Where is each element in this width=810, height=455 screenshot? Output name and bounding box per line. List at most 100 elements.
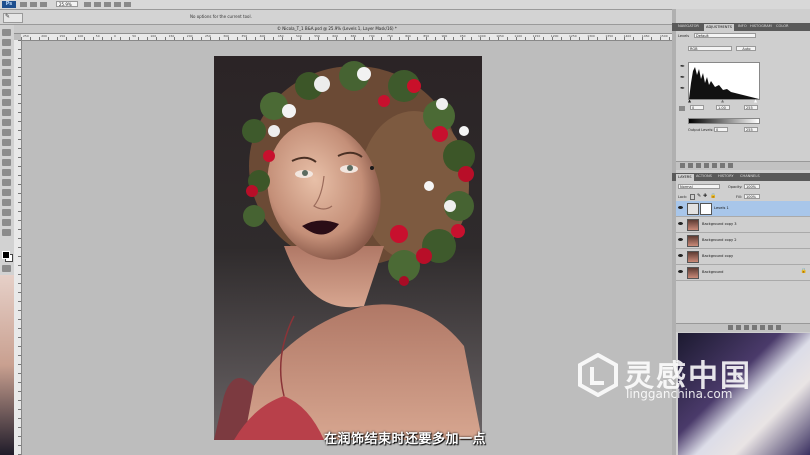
zoom-tool-icon[interactable] <box>2 229 11 236</box>
view-extras-icon[interactable] <box>40 2 47 7</box>
opacity-field[interactable]: 100% <box>744 184 760 189</box>
shape-tool-icon[interactable] <box>2 199 11 206</box>
eye-icon[interactable] <box>678 270 683 273</box>
move-tool-icon[interactable] <box>2 29 11 36</box>
document-tab-bar: © Nicola_T_1 B&A.psd @ 25.9% (Levels 1, … <box>14 25 672 34</box>
white-point-eyedropper-icon[interactable]: ✒ <box>680 86 685 92</box>
tab-history[interactable]: History <box>718 174 734 178</box>
ruler-number: 1100 <box>514 34 523 38</box>
expand-view-icon[interactable] <box>688 163 693 168</box>
eye-icon[interactable] <box>678 222 683 225</box>
3d-rotate-tool-icon[interactable] <box>2 209 11 216</box>
fill-field[interactable]: 100% <box>744 194 760 199</box>
pen-tool-icon[interactable] <box>2 169 11 176</box>
path-selection-tool-icon[interactable] <box>2 189 11 196</box>
tab-info[interactable]: Info <box>738 24 747 28</box>
new-group-icon[interactable] <box>760 325 765 330</box>
tab-navigator[interactable]: Navigator <box>678 24 699 28</box>
clipping-icon[interactable] <box>679 106 685 111</box>
black-point-eyedropper-icon[interactable]: ✒ <box>680 64 685 70</box>
delete-adjustment-icon[interactable] <box>728 163 733 168</box>
return-to-list-icon[interactable] <box>680 163 685 168</box>
layer-mask-thumbnail[interactable] <box>700 203 712 215</box>
layer-row[interactable]: Background copy 3 <box>676 217 810 233</box>
marquee-tool-icon[interactable] <box>2 39 11 46</box>
dodge-tool-icon[interactable] <box>2 159 11 166</box>
mini-bridge-icon[interactable] <box>30 2 37 7</box>
brush-tool-icon[interactable] <box>2 99 11 106</box>
eye-icon[interactable] <box>678 254 683 257</box>
lock-transparent-icon[interactable] <box>690 194 695 200</box>
tab-actions[interactable]: Actions <box>696 174 712 178</box>
new-layer-icon[interactable] <box>768 325 773 330</box>
tab-histogram[interactable]: Histogram <box>750 24 772 28</box>
blur-tool-icon[interactable] <box>2 149 11 156</box>
hand-tool-icon[interactable] <box>84 2 91 7</box>
input-levels-slider[interactable]: ▲ ▲ ▲ <box>688 99 758 103</box>
options-message: No options for the current tool. <box>190 14 252 19</box>
gray-point-eyedropper-icon[interactable]: ✒ <box>680 75 685 81</box>
view-previous-icon[interactable] <box>712 163 717 168</box>
document-tab[interactable]: © Nicola_T_1 B&A.psd @ 25.9% (Levels 1, … <box>277 26 397 31</box>
levels-label: Levels <box>678 34 690 38</box>
layer-row[interactable]: Background 🔒 <box>676 265 810 281</box>
foreground-color-swatch[interactable] <box>2 251 10 259</box>
eye-icon[interactable] <box>678 238 683 241</box>
ruler-number: 150 <box>168 34 175 38</box>
tab-color[interactable]: Color <box>776 24 789 28</box>
clone-stamp-tool-icon[interactable] <box>2 109 11 116</box>
tab-adjustments[interactable]: Adjustments <box>704 24 734 31</box>
ruler-number: 100 <box>77 34 84 38</box>
output-levels-gradient[interactable] <box>688 118 760 124</box>
layer-row[interactable]: Background copy <box>676 249 810 265</box>
output-black-field[interactable]: 0 <box>714 127 728 132</box>
zoom-tool-icon[interactable] <box>94 2 101 7</box>
lock-image-icon[interactable]: ✎ <box>697 194 701 199</box>
add-mask-icon[interactable] <box>744 325 749 330</box>
preset-select[interactable]: Default <box>694 33 756 38</box>
new-adjustment-layer-icon[interactable] <box>752 325 757 330</box>
zoom-level-field[interactable]: 25.9% <box>56 1 78 7</box>
tab-layers[interactable]: Layers <box>676 174 694 181</box>
layer-row[interactable]: Background copy 2 <box>676 233 810 249</box>
input-white-field[interactable]: 255 <box>744 105 758 110</box>
arrange-documents-icon[interactable] <box>114 2 121 7</box>
toggle-visibility-icon[interactable] <box>704 163 709 168</box>
quick-mask-icon[interactable] <box>2 265 11 272</box>
blend-mode-select[interactable]: Normal <box>678 184 720 189</box>
lock-position-icon[interactable]: ✚ <box>703 194 707 199</box>
rotate-view-icon[interactable] <box>104 2 111 7</box>
input-gamma-field[interactable]: 1.00 <box>716 105 730 110</box>
layer-name: Background <box>702 270 724 274</box>
bridge-icon[interactable] <box>20 2 27 7</box>
vertical-ruler[interactable] <box>14 40 22 455</box>
link-layers-icon[interactable] <box>728 325 733 330</box>
layer-row[interactable]: Levels 1 <box>676 201 810 217</box>
lasso-tool-icon[interactable] <box>2 49 11 56</box>
fill-label: Fill: <box>736 195 742 199</box>
document-window: © Nicola_T_1 B&A.psd @ 25.9% (Levels 1, … <box>14 25 672 455</box>
history-brush-tool-icon[interactable] <box>2 119 11 126</box>
eraser-tool-icon[interactable] <box>2 129 11 136</box>
eye-icon[interactable] <box>678 206 683 209</box>
screen-mode-icon[interactable] <box>124 2 131 7</box>
auto-button[interactable]: Auto <box>736 46 756 51</box>
image-canvas[interactable] <box>214 56 482 440</box>
delete-layer-icon[interactable] <box>776 325 781 330</box>
channel-select[interactable]: RGB <box>688 46 732 51</box>
quick-select-tool-icon[interactable] <box>2 59 11 66</box>
tab-channels[interactable]: Channels <box>740 174 760 178</box>
healing-brush-tool-icon[interactable] <box>2 89 11 96</box>
watermark-url: lingganchina.com <box>626 387 733 401</box>
input-black-field[interactable]: 0 <box>690 105 704 110</box>
layer-style-icon[interactable] <box>736 325 741 330</box>
lock-all-icon[interactable]: 🔒 <box>710 194 716 199</box>
crop-tool-icon[interactable] <box>2 69 11 76</box>
type-tool-icon[interactable] <box>2 179 11 186</box>
clip-to-layer-icon[interactable] <box>696 163 701 168</box>
output-white-field[interactable]: 255 <box>744 127 758 132</box>
hand-tool-icon[interactable] <box>2 219 11 226</box>
eyedropper-tool-icon[interactable] <box>2 79 11 86</box>
gradient-tool-icon[interactable] <box>2 139 11 146</box>
reset-icon[interactable] <box>720 163 725 168</box>
